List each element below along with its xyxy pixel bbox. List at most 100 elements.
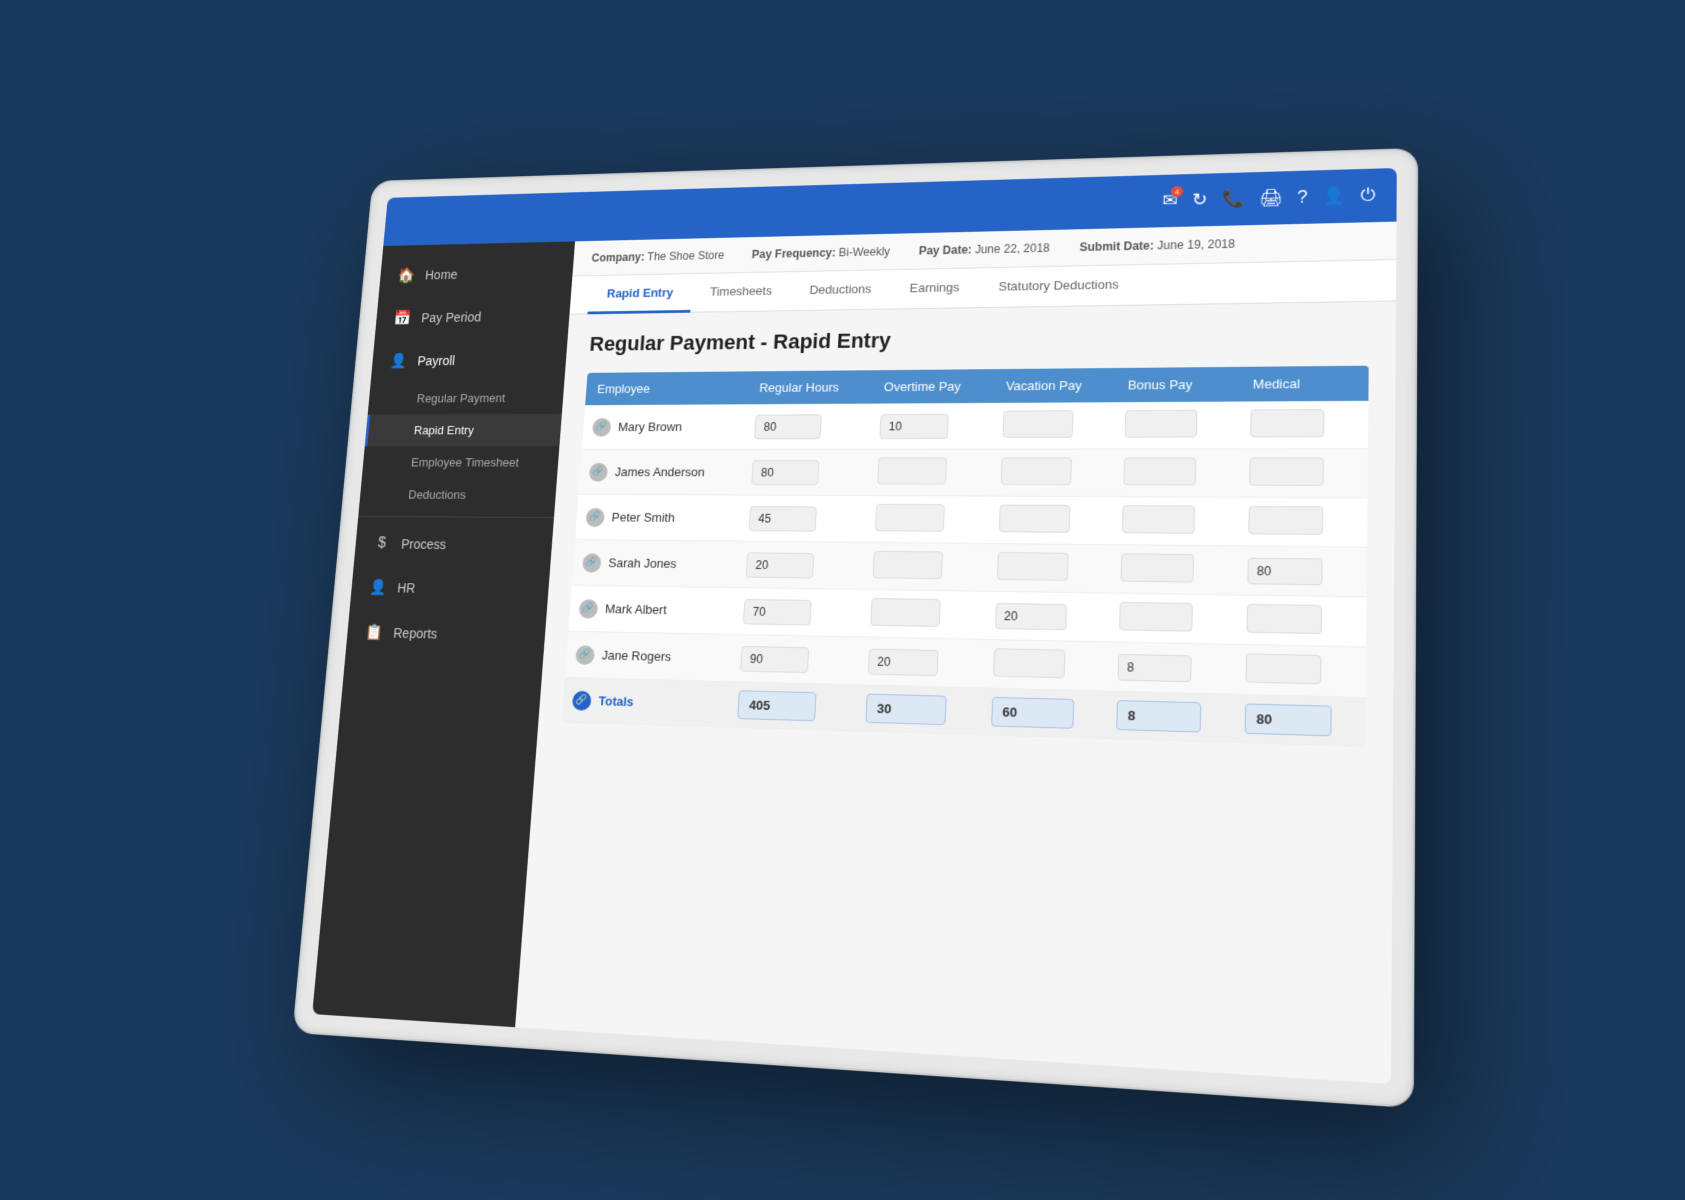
cell-empty[interactable] — [872, 551, 942, 579]
cell-value[interactable]: 20 — [746, 552, 815, 578]
cell-empty[interactable] — [877, 457, 947, 484]
overtime-pay-cell[interactable] — [866, 449, 991, 496]
regular-hours-cell[interactable]: 90 — [730, 634, 860, 684]
overtime-pay-cell[interactable] — [864, 496, 989, 544]
regular-hours-cell[interactable]: 70 — [733, 588, 862, 637]
bonus-pay-cell[interactable] — [1107, 593, 1235, 644]
medical-cell[interactable] — [1235, 595, 1366, 647]
cell-empty[interactable] — [1122, 457, 1195, 485]
medical-cell[interactable] — [1239, 401, 1368, 449]
cell-empty[interactable] — [1248, 506, 1323, 535]
help-icon[interactable]: ? — [1297, 187, 1308, 208]
cell-empty[interactable] — [1120, 553, 1194, 582]
totals-overtime-pay[interactable]: 30 — [855, 685, 982, 735]
cell-empty[interactable] — [1248, 457, 1323, 485]
bonus-pay-cell[interactable]: 8 — [1106, 642, 1235, 694]
link-icon[interactable]: 🔗 — [591, 418, 611, 437]
sidebar-item-payroll[interactable]: 👤 Payroll — [370, 337, 567, 383]
bonus-pay-cell[interactable] — [1112, 449, 1239, 497]
sidebar-item-deductions[interactable]: Deductions — [358, 478, 556, 511]
cell-empty[interactable] — [1124, 410, 1197, 438]
cell-value[interactable]: 10 — [879, 413, 949, 438]
overtime-pay-cell[interactable] — [862, 542, 988, 591]
sidebar-item-rapid-entry[interactable]: Rapid Entry — [364, 414, 561, 447]
refresh-icon[interactable]: ↻ — [1191, 190, 1207, 210]
link-icon[interactable]: 🔗 — [575, 645, 595, 665]
cell-value[interactable]: 80 — [1247, 557, 1322, 585]
total-value[interactable]: 80 — [1244, 703, 1331, 736]
total-value[interactable]: 8 — [1115, 700, 1200, 732]
cell-value[interactable]: 80 — [754, 414, 822, 439]
power-icon[interactable]: ⏻ — [1360, 185, 1375, 206]
cell-empty[interactable] — [992, 648, 1065, 678]
totals-link-icon[interactable]: 🔗 — [571, 690, 591, 710]
regular-hours-cell[interactable]: 20 — [735, 541, 864, 589]
tab-deductions[interactable]: Deductions — [789, 270, 891, 311]
sidebar-item-regular-payment[interactable]: Regular Payment — [367, 381, 564, 414]
cell-value[interactable]: 20 — [867, 648, 938, 676]
link-icon[interactable]: 🔗 — [585, 508, 605, 527]
medical-cell[interactable] — [1238, 449, 1368, 498]
vacation-pay-cell[interactable] — [981, 639, 1107, 691]
cell-value[interactable]: 20 — [994, 602, 1066, 629]
totals-vacation-pay[interactable]: 60 — [980, 688, 1106, 739]
vacation-pay-cell[interactable] — [991, 402, 1115, 449]
overtime-pay-cell[interactable]: 10 — [869, 403, 993, 449]
user-icon[interactable]: 👤 — [1322, 186, 1346, 207]
vacation-pay-cell[interactable] — [987, 496, 1112, 545]
overtime-pay-cell[interactable]: 20 — [857, 637, 983, 688]
cell-empty[interactable] — [1245, 653, 1321, 684]
total-value[interactable]: 405 — [737, 690, 816, 721]
col-vacation-pay: Vacation Pay — [993, 368, 1116, 403]
overtime-pay-cell[interactable] — [859, 589, 985, 639]
sidebar-item-home[interactable]: 🏠 Home — [378, 250, 574, 297]
medical-cell[interactable] — [1237, 497, 1367, 547]
sidebar-item-process[interactable]: $ Process — [353, 522, 553, 567]
regular-hours-cell[interactable]: 80 — [741, 449, 869, 495]
cell-value[interactable]: 90 — [740, 645, 809, 672]
tab-rapid-entry[interactable]: Rapid Entry — [587, 274, 692, 314]
print-icon[interactable]: 🖨 — [1258, 188, 1282, 209]
cell-empty[interactable] — [1121, 505, 1194, 534]
mail-icon[interactable]: ✉ 4 — [1162, 191, 1178, 211]
regular-hours-cell[interactable]: 80 — [744, 404, 871, 450]
tab-timesheets[interactable]: Timesheets — [690, 272, 792, 313]
phone-icon[interactable]: 📞 — [1221, 189, 1244, 210]
cell-empty[interactable] — [870, 598, 941, 627]
cell-empty[interactable] — [996, 552, 1068, 581]
totals-medical[interactable]: 80 — [1233, 694, 1365, 746]
vacation-pay-cell[interactable] — [985, 543, 1110, 593]
tab-statutory-deductions[interactable]: Statutory Deductions — [978, 265, 1139, 308]
cell-empty[interactable] — [1246, 604, 1322, 634]
medical-cell[interactable] — [1234, 644, 1366, 697]
bonus-pay-cell[interactable] — [1109, 545, 1237, 595]
totals-bonus-pay[interactable]: 8 — [1105, 691, 1234, 742]
cell-value[interactable]: 70 — [743, 598, 812, 625]
sidebar-item-reports[interactable]: 📋 Reports — [345, 609, 546, 659]
bonus-pay-cell[interactable] — [1113, 402, 1239, 449]
cell-value[interactable]: 45 — [748, 506, 816, 532]
total-value[interactable]: 30 — [865, 694, 946, 726]
sidebar-item-employee-timesheet[interactable]: Employee Timesheet — [361, 446, 559, 479]
cell-empty[interactable] — [1001, 410, 1072, 438]
cell-empty[interactable] — [874, 504, 944, 532]
total-value[interactable]: 60 — [990, 697, 1073, 729]
sidebar-item-pay-period[interactable]: 📅 Pay Period — [374, 294, 570, 340]
vacation-pay-cell[interactable]: 20 — [983, 591, 1108, 642]
totals-regular-hours[interactable]: 405 — [727, 682, 857, 731]
link-icon[interactable]: 🔗 — [578, 599, 598, 619]
link-icon[interactable]: 🔗 — [588, 462, 608, 481]
cell-empty[interactable] — [1118, 602, 1192, 632]
cell-value[interactable]: 8 — [1117, 653, 1191, 681]
cell-empty[interactable] — [1249, 409, 1323, 437]
cell-empty[interactable] — [1000, 457, 1071, 485]
cell-empty[interactable] — [998, 505, 1070, 533]
regular-hours-cell[interactable]: 45 — [738, 495, 866, 542]
sidebar-item-hr[interactable]: 👤 HR — [349, 565, 550, 613]
tab-earnings[interactable]: Earnings — [889, 268, 979, 309]
bonus-pay-cell[interactable] — [1110, 497, 1237, 546]
link-icon[interactable]: 🔗 — [581, 553, 601, 572]
cell-value[interactable]: 80 — [751, 460, 819, 485]
vacation-pay-cell[interactable] — [989, 449, 1113, 497]
medical-cell[interactable]: 80 — [1236, 546, 1367, 597]
